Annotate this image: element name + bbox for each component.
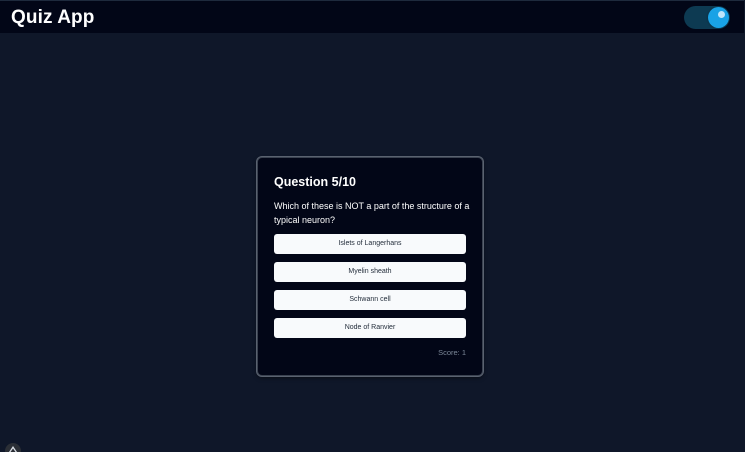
question-counter: Question 5/10 xyxy=(274,175,356,189)
answer-option-3[interactable]: Schwann cell xyxy=(274,290,466,310)
quiz-card: Question 5/10 Which of these is NOT a pa… xyxy=(257,157,483,376)
app-title: Quiz App xyxy=(11,7,95,28)
quiz-app-page: Quiz App Question 5/10 Which of these is… xyxy=(0,0,745,452)
answer-option-1[interactable]: Islets of Langerhans xyxy=(274,234,466,254)
moon-icon xyxy=(718,11,725,18)
answer-option-4[interactable]: Node of Ranvier xyxy=(274,318,466,338)
logo-icon[interactable] xyxy=(5,443,21,452)
theme-toggle[interactable] xyxy=(684,6,730,29)
answer-option-2[interactable]: Myelin sheath xyxy=(274,262,466,282)
score-display: Score: 1 xyxy=(438,348,466,357)
logo-icon-glyph xyxy=(9,446,17,452)
question-text: Which of these is NOT a part of the stru… xyxy=(274,201,470,225)
app-header: Quiz App xyxy=(0,0,744,33)
toggle-knob xyxy=(708,7,729,28)
